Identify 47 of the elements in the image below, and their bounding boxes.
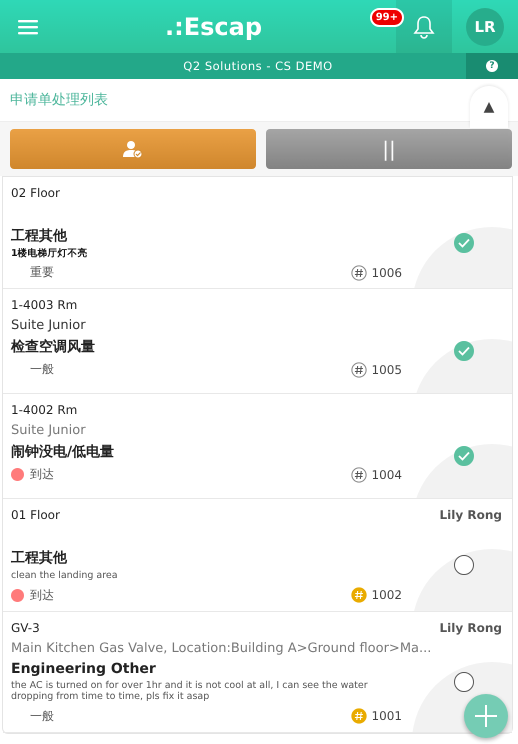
- item-title: 工程其他: [11, 227, 68, 245]
- user-avatar[interactable]: LR: [466, 8, 504, 46]
- location: GV-3: [11, 620, 40, 635]
- location: 1-4002 Rm: [11, 403, 78, 418]
- item-subtitle: Suite Junior: [11, 423, 87, 438]
- pause-button[interactable]: ||: [266, 129, 512, 169]
- item-title: 闹钟没电/低电量: [11, 443, 116, 462]
- item-title: 检查空调风量: [11, 338, 96, 356]
- request-number: 1001: [371, 709, 402, 724]
- location: 02 Floor: [11, 186, 60, 200]
- location: 01 Floor: [11, 508, 60, 522]
- item-title: 工程其他: [11, 549, 68, 568]
- priority-label: 一般: [30, 361, 55, 378]
- logo: .:Escap: [165, 12, 262, 40]
- item-subtitle: Main Kitchen Gas Valve, Location:Building A>Ground floor>Ma...: [11, 640, 432, 656]
- notification-button[interactable]: [396, 0, 452, 53]
- plus-icon: [474, 704, 498, 728]
- item-title: Engineering Other: [11, 660, 157, 677]
- done-checkbox[interactable]: [454, 446, 474, 466]
- request-number: 1005: [371, 362, 402, 377]
- priority-label: 重要: [30, 264, 55, 282]
- bell-icon: [413, 14, 435, 38]
- assignee-name: Lily Rong: [440, 508, 502, 522]
- company-name: Q2 Solutions - CS DEMO: [182, 59, 334, 73]
- done-checkbox[interactable]: [454, 341, 474, 362]
- priority-label: 到达: [30, 466, 55, 484]
- request-number: 1004: [371, 468, 402, 482]
- priority-label: 一般: [30, 708, 55, 725]
- request-number: 1002: [371, 588, 402, 602]
- notification-badge: 99+: [370, 8, 404, 27]
- check-icon: [458, 238, 470, 248]
- item-subtitle: Suite Junior: [11, 318, 87, 334]
- person-check-icon: [123, 140, 143, 158]
- location: 1-4003 Rm: [11, 298, 78, 312]
- check-icon: [458, 451, 470, 462]
- assignee-name: Lily Rong: [440, 620, 502, 635]
- assign-button[interactable]: [10, 129, 256, 169]
- help-button[interactable]: ?: [466, 53, 518, 79]
- check-icon: [458, 346, 470, 356]
- collapse-button[interactable]: ▲: [470, 86, 508, 128]
- page-title: 申请单处理列表: [10, 91, 109, 109]
- menu-icon[interactable]: [18, 18, 38, 34]
- request-number: 1006: [371, 266, 402, 280]
- item-description: the AC is turned on for over 1hr and it is not cool at all, I can see the water dropping from time to time, pls fix it asap: [11, 680, 369, 703]
- item-description: 1楼电梯厅灯不亮: [11, 248, 89, 260]
- item-description: clean the landing area: [11, 570, 119, 582]
- priority-label: 到达: [30, 586, 55, 604]
